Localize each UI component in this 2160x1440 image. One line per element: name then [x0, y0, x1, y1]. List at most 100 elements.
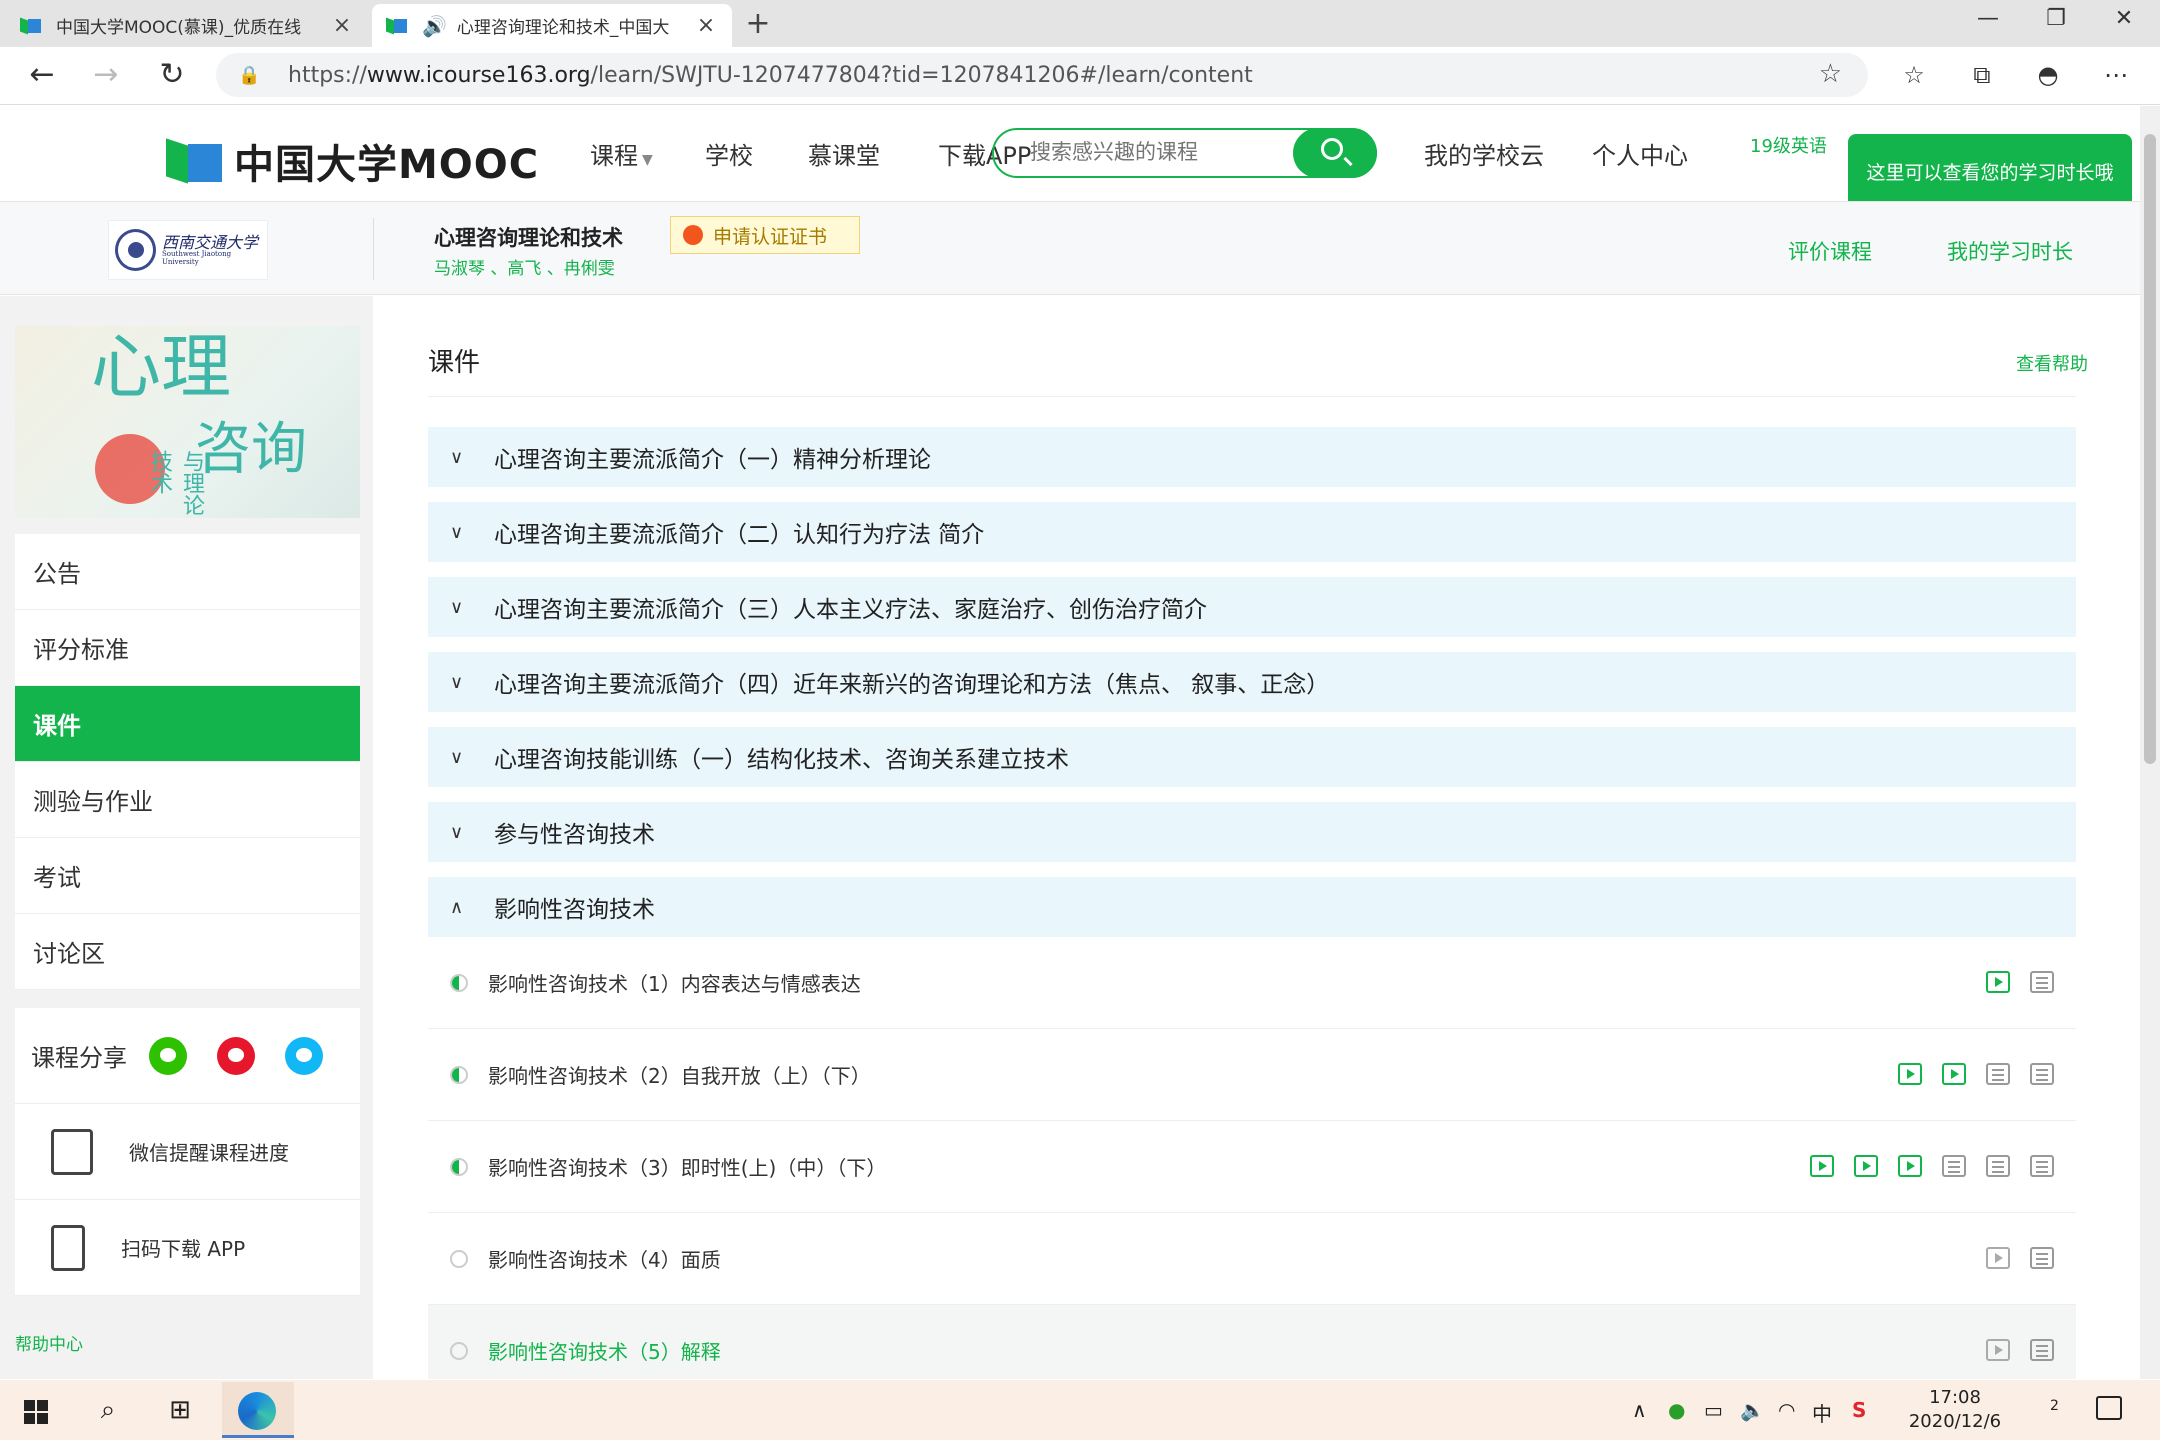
menu-item-courseware[interactable]: 课件	[15, 686, 360, 762]
help-center-link[interactable]: 帮助中心	[15, 1330, 83, 1355]
mooc-favicon-icon	[386, 17, 408, 35]
document-icon[interactable]	[2030, 1063, 2054, 1085]
video-icon[interactable]	[1986, 971, 2010, 993]
document-icon[interactable]	[2030, 971, 2054, 993]
sogou-ime-icon[interactable]: S	[1852, 1398, 1866, 1422]
task-view-icon[interactable]: ⊞	[154, 1390, 206, 1430]
url-prefix: https://	[288, 62, 367, 88]
menu-item-announcement[interactable]: 公告	[15, 534, 360, 610]
search-button[interactable]	[1293, 128, 1377, 178]
lesson-row[interactable]: 影响性咨询技术（1）内容表达与情感表达	[428, 937, 2076, 1029]
restore-button[interactable]: ❐	[2026, 6, 2086, 31]
chevron-down-icon: ∨	[450, 821, 464, 843]
favorites-icon[interactable]: ☆	[1892, 57, 1936, 93]
battery-icon[interactable]: ▭	[1704, 1398, 1723, 1422]
back-button[interactable]: ←	[20, 55, 64, 95]
profile-avatar[interactable]: ◓	[2026, 57, 2070, 93]
tray-app-icon[interactable]: ●	[1668, 1398, 1685, 1422]
school-logo[interactable]: 西南交通大学 Southwest Jiaotong University	[108, 220, 268, 280]
school-seal-icon	[115, 229, 156, 271]
chapter-row[interactable]: ∨ 心理咨询主要流派简介（一）精神分析理论	[428, 427, 2076, 487]
url-field[interactable]: 🔒 https://www.icourse163.org/learn/SWJTU…	[216, 53, 1868, 97]
nav-personal-center[interactable]: 个人中心	[1592, 136, 1688, 171]
menu-item-exam[interactable]: 考试	[15, 838, 360, 914]
search-icon[interactable]: ⌕	[82, 1390, 134, 1430]
menu-item-quiz[interactable]: 测验与作业	[15, 762, 360, 838]
video-icon[interactable]	[1810, 1155, 1834, 1177]
mooc-logo[interactable]: 中国大学MOOC	[166, 132, 539, 190]
course-title[interactable]: 心理咨询理论和技术	[434, 222, 623, 252]
minimize-button[interactable]: —	[1958, 6, 2018, 31]
user-avatar-broken-image[interactable]: 19级英语	[1750, 132, 1827, 158]
wifi-icon[interactable]: ◠	[1778, 1398, 1795, 1422]
wechat-icon[interactable]	[149, 1036, 187, 1075]
chapter-row[interactable]: ∨ 心理咨询主要流派简介（三）人本主义疗法、家庭治疗、创伤治疗简介	[428, 577, 2076, 637]
windows-start-icon[interactable]	[24, 1400, 48, 1424]
collections-icon[interactable]: ⧉	[1960, 57, 2004, 93]
volume-muted-icon[interactable]: 🔈	[1740, 1398, 1765, 1422]
view-help-link[interactable]: 查看帮助	[2016, 350, 2088, 376]
clock-time: 17:08	[1929, 1387, 1981, 1408]
menu-item-discussion[interactable]: 讨论区	[15, 914, 360, 990]
forward-button[interactable]: →	[84, 55, 128, 95]
nav-mooc-classroom[interactable]: 慕课堂	[808, 136, 880, 171]
lock-icon[interactable]: 🔒	[238, 65, 266, 86]
ime-indicator[interactable]: 中	[1812, 1398, 1832, 1427]
document-icon[interactable]	[2030, 1247, 2054, 1269]
rate-course-link[interactable]: 评价课程	[1788, 236, 1872, 266]
document-icon[interactable]	[1986, 1155, 2010, 1177]
document-icon[interactable]	[1942, 1155, 1966, 1177]
menu-item-grading[interactable]: 评分标准	[15, 610, 360, 686]
document-icon[interactable]	[2030, 1339, 2054, 1361]
lesson-row-hover[interactable]: 影响性咨询技术（5）解释	[428, 1305, 2076, 1379]
lesson-row[interactable]: 影响性咨询技术（4）面质	[428, 1213, 2076, 1305]
video-icon[interactable]	[1986, 1247, 2010, 1269]
new-tab-button[interactable]: +	[740, 6, 776, 41]
nav-school-cloud[interactable]: 我的学校云	[1424, 136, 1544, 171]
lesson-row[interactable]: 影响性咨询技术（3）即时性(上)（中）（下）	[428, 1121, 2076, 1213]
speaker-icon[interactable]: 🔊	[422, 14, 447, 38]
browser-tab-course[interactable]: 🔊 心理咨询理论和技术_中国大 ×	[372, 4, 732, 47]
weibo-icon[interactable]	[217, 1036, 255, 1075]
video-icon[interactable]	[1898, 1063, 1922, 1085]
refresh-button[interactable]: ↻	[150, 55, 194, 95]
caret-down-icon: ▼	[642, 152, 653, 168]
checklist-icon	[51, 1128, 93, 1175]
chapter-row[interactable]: ∨ 心理咨询主要流派简介（二）认知行为疗法 简介	[428, 502, 2076, 562]
nav-schools[interactable]: 学校	[705, 136, 753, 171]
browser-tab-mooc-home[interactable]: 中国大学MOOC(慕课)_优质在线 ×	[6, 4, 368, 47]
action-center-icon[interactable]	[2096, 1396, 2122, 1420]
download-app-button[interactable]: 扫码下载 APP	[15, 1200, 360, 1296]
chapter-row-expanded[interactable]: ∧ 影响性咨询技术	[428, 877, 2076, 937]
apply-certificate-button[interactable]: 申请认证证书	[670, 216, 860, 254]
show-hidden-icons-chevron-icon[interactable]: ∧	[1632, 1398, 1647, 1422]
wechat-reminder-button[interactable]: 微信提醒课程进度	[15, 1104, 360, 1200]
close-window-button[interactable]: ✕	[2094, 6, 2154, 31]
close-tab-icon[interactable]: ×	[330, 13, 354, 38]
video-icon[interactable]	[1898, 1155, 1922, 1177]
document-icon[interactable]	[1986, 1063, 2010, 1085]
page-scrollbar[interactable]	[2140, 106, 2160, 1379]
nav-courses[interactable]: 课程 ▼	[590, 136, 653, 171]
more-menu-icon[interactable]: ⋯	[2094, 57, 2138, 93]
qq-icon[interactable]	[285, 1036, 323, 1075]
video-icon[interactable]	[1942, 1063, 1966, 1085]
medal-icon	[683, 225, 703, 245]
lesson-row[interactable]: 影响性咨询技术（2）自我开放（上）（下）	[428, 1029, 2076, 1121]
document-icon[interactable]	[2030, 1155, 2054, 1177]
video-icon[interactable]	[1854, 1155, 1878, 1177]
video-icon[interactable]	[1986, 1339, 2010, 1361]
chapter-row[interactable]: ∨ 心理咨询主要流派简介（四）近年来新兴的咨询理论和方法（焦点、 叙事、正念）	[428, 652, 2076, 712]
system-clock[interactable]: 17:08 2020/12/6	[1900, 1386, 2010, 1434]
favorite-star-icon[interactable]: ☆	[1819, 59, 1842, 89]
search-input[interactable]	[1030, 140, 1290, 164]
search-icon	[1321, 138, 1343, 160]
chapter-row[interactable]: ∨ 心理咨询技能训练（一）结构化技术、咨询关系建立技术	[428, 727, 2076, 787]
scrollbar-thumb[interactable]	[2144, 134, 2156, 764]
close-tab-icon[interactable]: ×	[694, 13, 718, 38]
course-teachers[interactable]: 马淑琴 、高飞 、冉俐雯	[434, 254, 615, 279]
browser-tab-strip: 中国大学MOOC(慕课)_优质在线 × 🔊 心理咨询理论和技术_中国大 × + …	[0, 0, 2160, 47]
my-study-time-link[interactable]: 我的学习时长	[1947, 236, 2073, 266]
chevron-down-icon: ∨	[450, 446, 464, 468]
chapter-row[interactable]: ∨ 参与性咨询技术	[428, 802, 2076, 862]
